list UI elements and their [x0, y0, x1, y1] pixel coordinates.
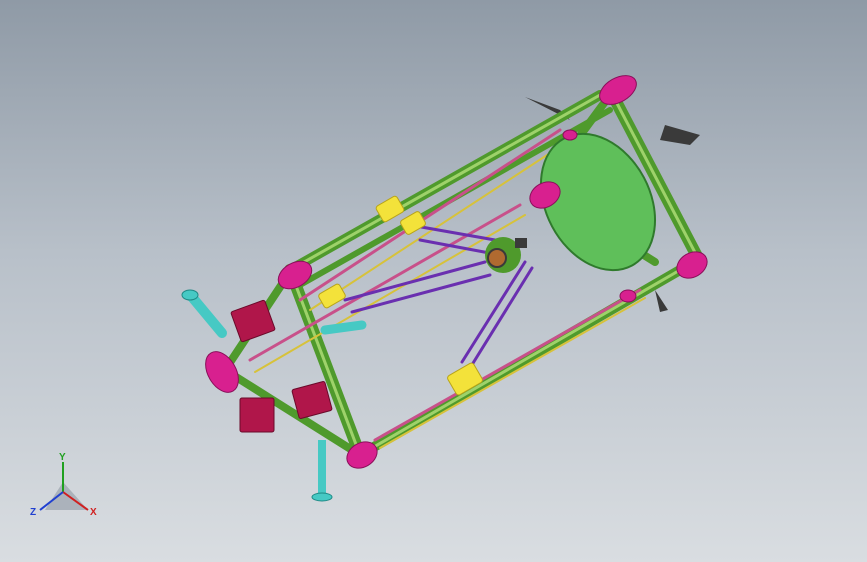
x-axis-label: X — [90, 507, 97, 518]
y-axis-label: Y — [59, 452, 66, 463]
axis-triad: Y X Z — [30, 452, 97, 518]
z-axis-label: Z — [30, 507, 36, 518]
graphics-viewport[interactable]: Y X Z — [0, 0, 867, 562]
